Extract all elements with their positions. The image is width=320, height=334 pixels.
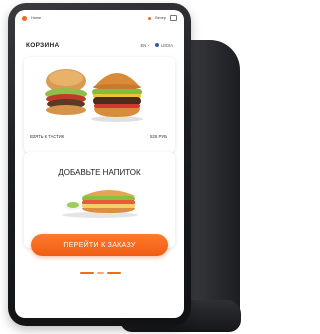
language-label: EN — [140, 42, 147, 48]
status-right-text: Вечер — [155, 16, 166, 20]
brand-logo-icon — [22, 15, 27, 21]
cart-header: КОРЗИНА EN › LEDIA — [15, 37, 184, 53]
chevron-down-icon: › — [147, 42, 149, 48]
language-selector[interactable]: EN › — [140, 43, 148, 48]
page-indicator — [75, 272, 125, 274]
sandwich-image — [62, 190, 138, 218]
cart-item-label: ВЗЯТЬ К ТАСТИК — [30, 134, 65, 139]
burger-open-image — [45, 69, 87, 115]
status-bar: Home Вечер — [15, 10, 184, 26]
battery-icon — [170, 15, 177, 21]
header-controls: EN › LEDIA — [140, 43, 173, 48]
burger-image — [91, 73, 143, 122]
page-indicator-dot — [106, 272, 121, 274]
account-dot-icon — [154, 43, 159, 48]
page-indicator-active — [79, 272, 94, 274]
account-label: LEDIA — [160, 42, 173, 48]
cart-item-price: 525 РУБ — [149, 134, 167, 139]
account-chip[interactable]: LEDIA — [154, 42, 173, 48]
add-drink-title: ДОБАВЬТЕ НАПИТОК — [58, 168, 141, 177]
cart-item-row: ВЗЯТЬ К ТАСТИК 525 РУБ — [30, 134, 167, 139]
kiosk-screen: Home Вечер КОРЗИНА EN › LEDIA ВЗЯТЬ К ТА… — [15, 10, 184, 318]
page-indicator-dot — [96, 272, 104, 274]
page-title: КОРЗИНА — [26, 41, 60, 49]
status-right: Вечер — [148, 15, 177, 21]
status-dot-icon — [148, 16, 152, 20]
checkout-button[interactable]: ПЕРЕЙТИ К ЗАКАЗУ — [31, 234, 168, 256]
brand: Home — [22, 15, 42, 21]
brand-label: Home — [31, 16, 42, 20]
cart-item-card[interactable]: ВЗЯТЬ К ТАСТИК 525 РУБ — [24, 57, 175, 153]
